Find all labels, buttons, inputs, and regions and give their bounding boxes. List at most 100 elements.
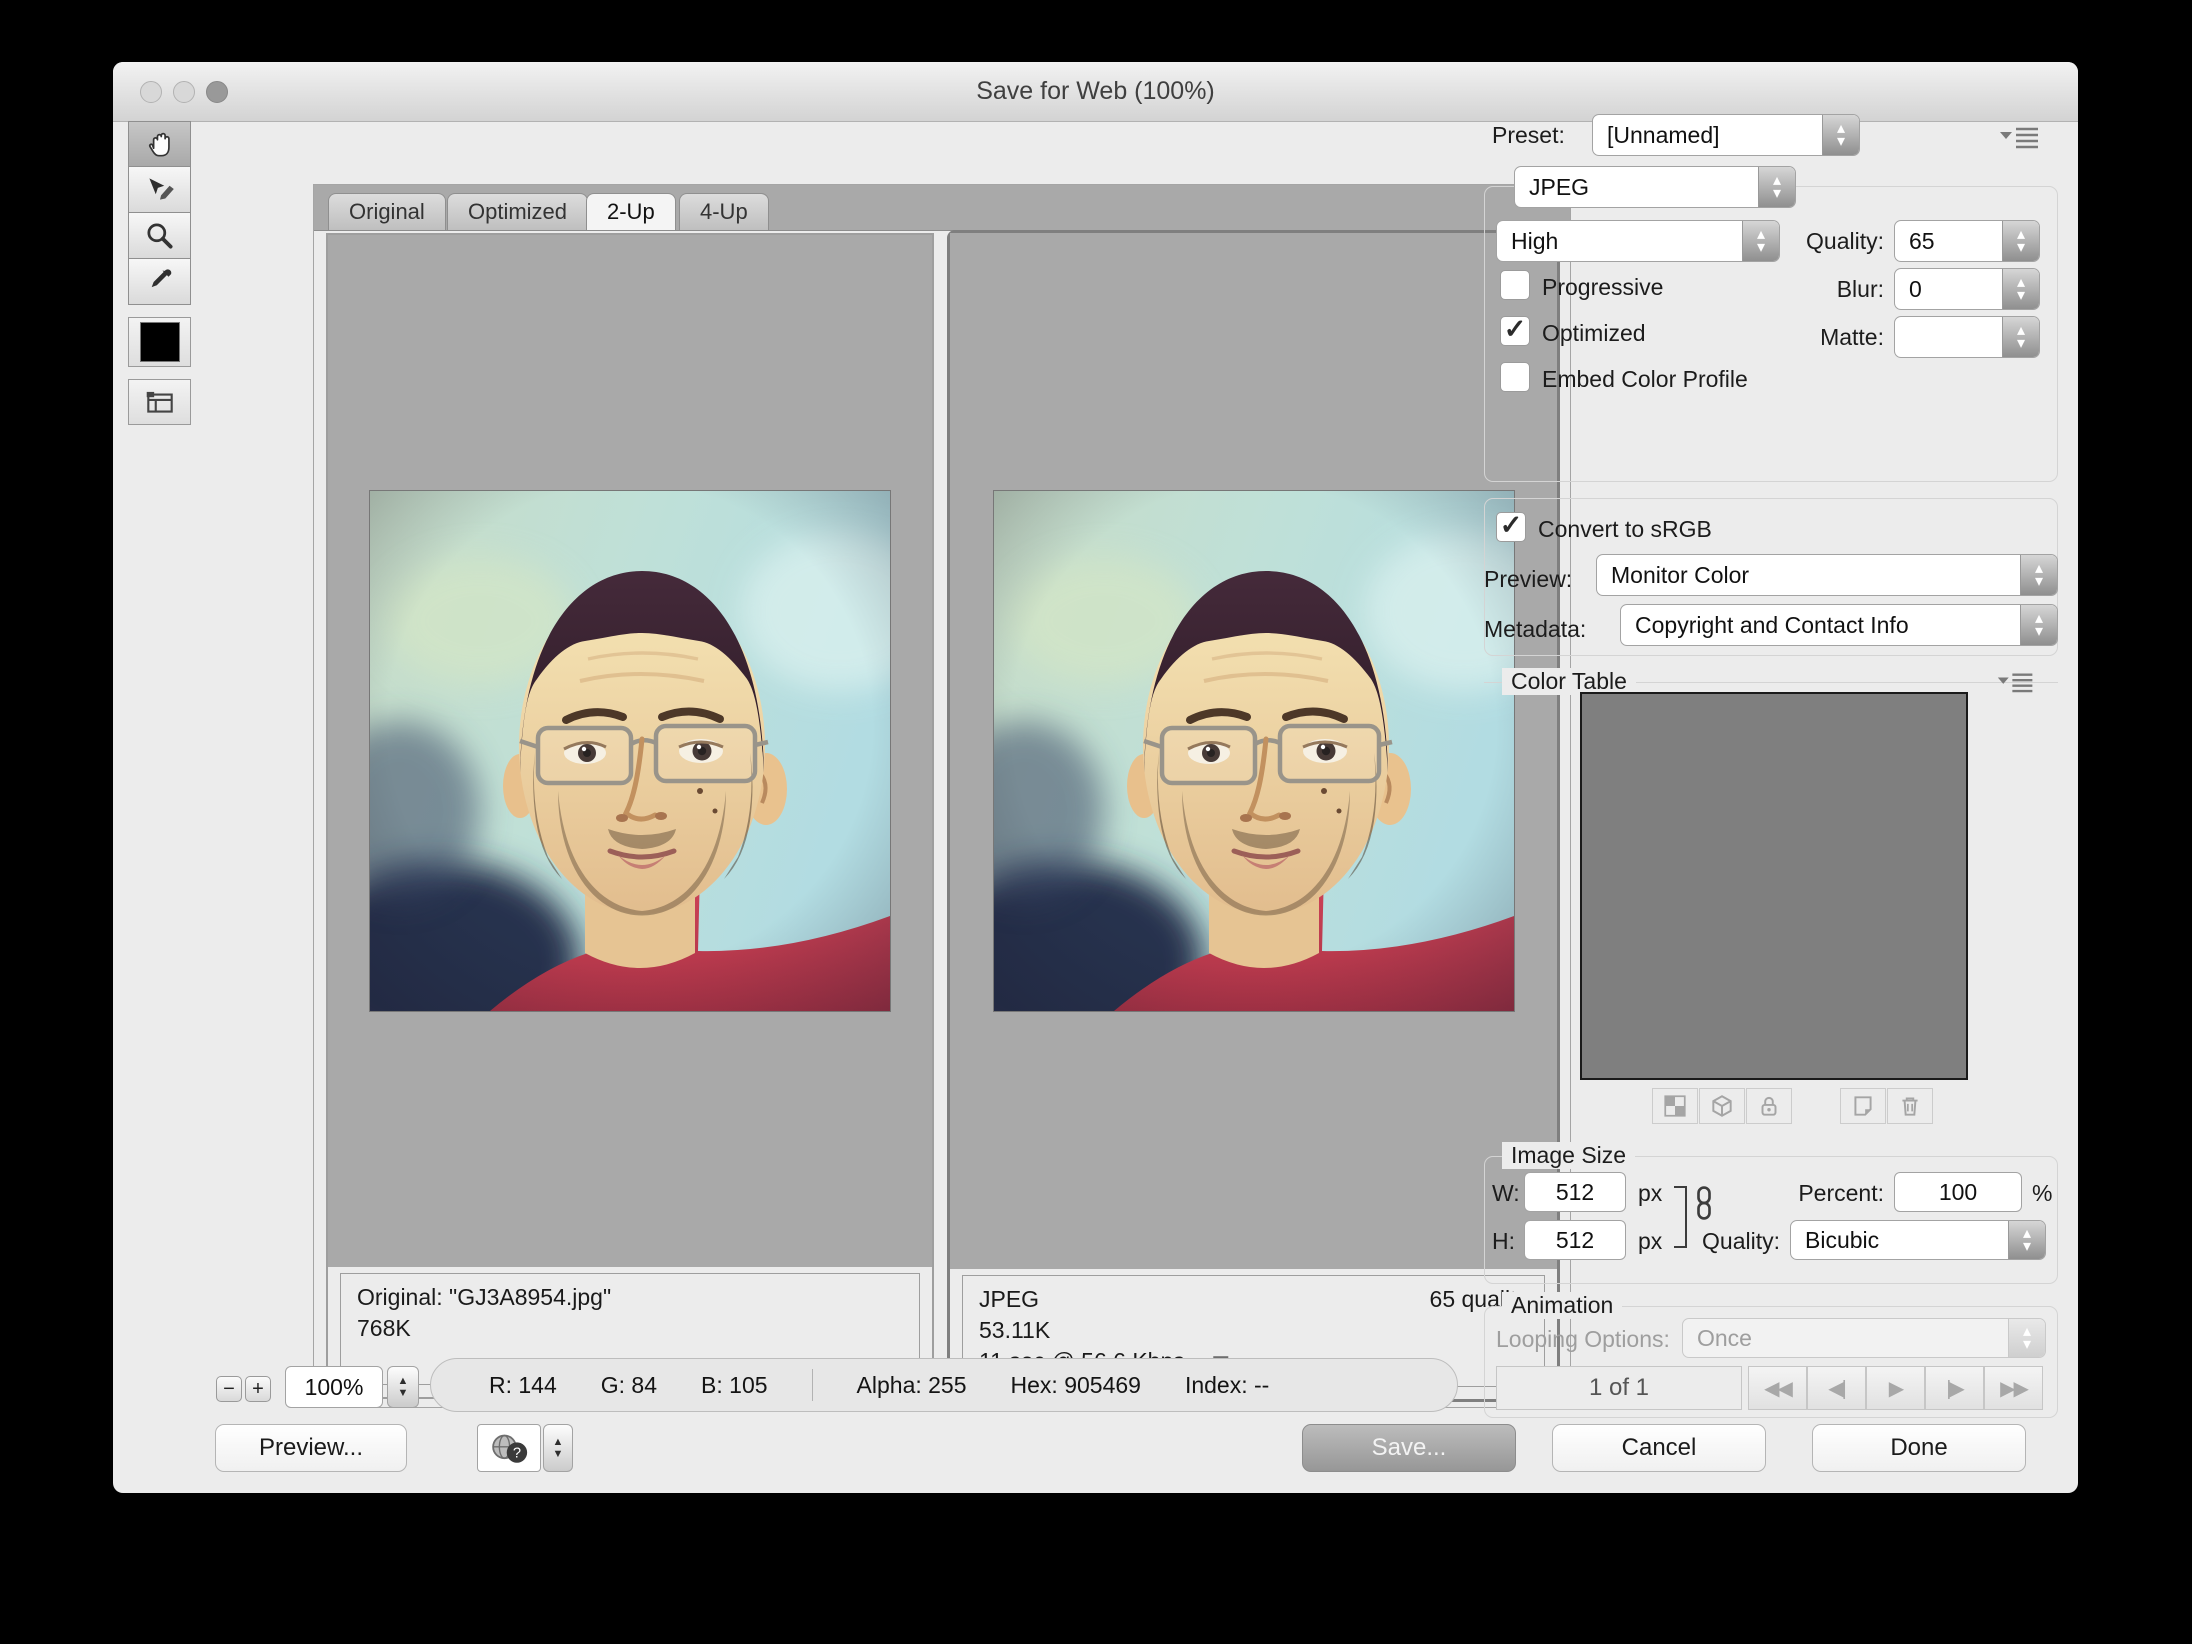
looping-options-label: Looping Options:: [1496, 1326, 1670, 1353]
preview-button-label: Preview...: [259, 1434, 363, 1462]
first-frame-icon: ◀◀: [1764, 1376, 1791, 1401]
percent-label: Percent:: [1720, 1180, 1884, 1207]
optimized-pane[interactable]: JPEG 65 quality 53.11K 11 sec @ 56.6 Kbp…: [947, 230, 1560, 1402]
eyedropper-tool[interactable]: [128, 259, 191, 305]
frame-counter: 1 of 1: [1496, 1366, 1742, 1410]
preview-stepper-icon: [2020, 555, 2057, 595]
percent-field[interactable]: 100: [1894, 1172, 2022, 1212]
zoom-tool[interactable]: [128, 213, 191, 259]
web-shift-button[interactable]: [1699, 1088, 1745, 1124]
constrain-proportions-chain-icon[interactable]: [1693, 1184, 1715, 1222]
color-table-menu-icon[interactable]: [1996, 670, 2036, 694]
blur-value: 0: [1895, 276, 2002, 303]
animation-title: Animation: [1502, 1292, 1622, 1319]
tab-label: 2-Up: [607, 199, 655, 225]
cube-icon: [1709, 1093, 1735, 1119]
save-button-label: Save...: [1372, 1434, 1447, 1462]
readout-hex: Hex: 905469: [1011, 1372, 1141, 1399]
color-table[interactable]: [1580, 692, 1968, 1080]
toggle-slices-button[interactable]: [128, 379, 191, 425]
readout-green: G: 84: [601, 1372, 657, 1399]
blur-field[interactable]: 0: [1894, 268, 2040, 310]
height-value: 512: [1556, 1227, 1594, 1254]
zoom-level-field[interactable]: 100%: [285, 1366, 383, 1408]
next-frame-icon: |▶: [1946, 1376, 1963, 1401]
readout-alpha: Alpha: 255: [857, 1372, 967, 1399]
original-pane[interactable]: Original: "GJ3A8954.jpg" 768K: [326, 233, 934, 1399]
matte-stepper-icon: [2002, 317, 2039, 357]
height-label: H:: [1492, 1228, 1515, 1255]
preview-mode-label: Preview:: [1484, 566, 1572, 593]
next-frame-button[interactable]: |▶: [1925, 1366, 1984, 1410]
metadata-select[interactable]: Copyright and Contact Info: [1620, 604, 2058, 646]
browser-select-stepper[interactable]: [543, 1424, 573, 1472]
done-button[interactable]: Done: [1812, 1424, 2026, 1472]
readout-divider: [812, 1369, 813, 1401]
tab-2up[interactable]: 2-Up: [586, 193, 676, 230]
optimized-checkbox[interactable]: [1500, 316, 1530, 346]
format-select[interactable]: JPEG: [1514, 166, 1796, 208]
blur-label: Blur:: [1700, 276, 1884, 303]
last-frame-button[interactable]: ▶▶: [1984, 1366, 2043, 1410]
original-image: [369, 490, 891, 1012]
readout-red: R: 144: [489, 1372, 557, 1399]
tab-label: Original: [349, 199, 425, 225]
optimized-format: JPEG: [979, 1284, 1039, 1315]
looping-options-value: Once: [1683, 1325, 2008, 1352]
matte-label: Matte:: [1700, 324, 1884, 351]
tab-optimized[interactable]: Optimized: [447, 193, 588, 230]
color-table-title: Color Table: [1502, 668, 1636, 695]
embed-color-profile-checkbox[interactable]: [1500, 362, 1530, 392]
metadata-label: Metadata:: [1484, 616, 1586, 643]
delete-color-button[interactable]: [1887, 1088, 1933, 1124]
lock-color-button[interactable]: [1746, 1088, 1792, 1124]
tab-4up[interactable]: 4-Up: [679, 193, 769, 230]
optimize-menu-icon[interactable]: [1998, 124, 2042, 150]
previous-frame-button[interactable]: ◀|: [1807, 1366, 1866, 1410]
readout-index: Index: --: [1185, 1372, 1269, 1399]
resample-quality-select[interactable]: Bicubic: [1790, 1220, 2046, 1260]
resample-quality-label: Quality:: [1670, 1228, 1780, 1255]
optimized-image-area: [950, 233, 1557, 1269]
zoom-out-button[interactable]: [216, 1376, 242, 1402]
width-field[interactable]: 512: [1524, 1172, 1626, 1212]
black-color-swatch: [140, 322, 180, 362]
resample-quality-value: Bicubic: [1791, 1227, 2008, 1254]
browser-globe-icon: ?: [488, 1431, 530, 1465]
slice-select-tool[interactable]: [128, 167, 191, 213]
progressive-label: Progressive: [1542, 274, 1663, 301]
map-transparency-button[interactable]: [1652, 1088, 1698, 1124]
play-button[interactable]: ▶: [1866, 1366, 1925, 1410]
original-filename: Original: "GJ3A8954.jpg": [357, 1282, 903, 1313]
preset-select[interactable]: [Unnamed]: [1592, 114, 1860, 156]
preview-in-browser-button[interactable]: Preview...: [215, 1424, 407, 1472]
cancel-button[interactable]: Cancel: [1552, 1424, 1766, 1472]
matte-field[interactable]: [1894, 316, 2040, 358]
done-button-label: Done: [1890, 1434, 1947, 1462]
preview-mode-select[interactable]: Monitor Color: [1596, 554, 2058, 596]
progressive-checkbox[interactable]: [1500, 270, 1530, 300]
zoom-in-button[interactable]: [245, 1376, 271, 1402]
save-button[interactable]: Save...: [1302, 1424, 1516, 1472]
looping-options-select[interactable]: Once: [1682, 1318, 2046, 1358]
lock-icon: [1756, 1093, 1782, 1119]
convert-srgb-checkbox[interactable]: [1496, 512, 1526, 542]
tab-original[interactable]: Original: [328, 193, 446, 230]
quality-value: 65: [1895, 228, 2002, 255]
format-value: JPEG: [1515, 174, 1758, 201]
blur-stepper-icon: [2002, 269, 2039, 309]
looping-stepper-icon: [2008, 1319, 2045, 1357]
first-frame-button[interactable]: ◀◀: [1748, 1366, 1807, 1410]
preset-stepper-icon: [1822, 115, 1859, 155]
zoom-level-stepper[interactable]: [387, 1366, 419, 1408]
height-field[interactable]: 512: [1524, 1220, 1626, 1260]
eyedropper-color-swatch[interactable]: [128, 317, 191, 367]
new-color-button[interactable]: [1840, 1088, 1886, 1124]
quality-stepper-icon: [2002, 221, 2039, 261]
new-swatch-icon: [1850, 1093, 1876, 1119]
browser-select-button[interactable]: ?: [477, 1424, 541, 1472]
hand-tool[interactable]: [128, 121, 191, 167]
width-value: 512: [1556, 1179, 1594, 1206]
original-image-area: [328, 235, 932, 1267]
quality-field[interactable]: 65: [1894, 220, 2040, 262]
